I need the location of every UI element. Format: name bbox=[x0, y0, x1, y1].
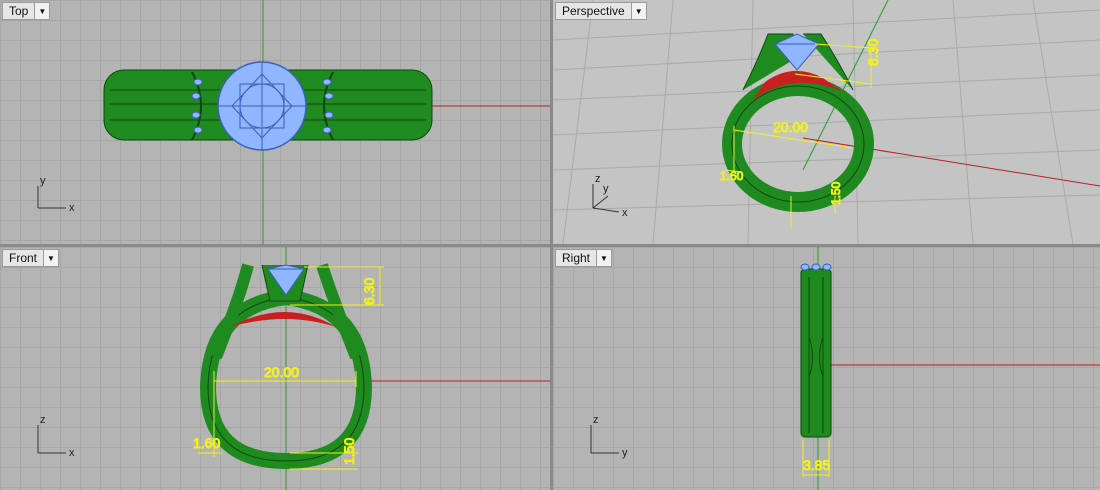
chevron-down-icon[interactable]: ▼ bbox=[34, 3, 50, 19]
right-scene: 3.85 z y bbox=[590, 247, 1100, 490]
viewport-perspective[interactable]: Perspective ▼ 6.30 20.00 1.60 1.50 z y x bbox=[553, 0, 1100, 244]
top-scene: y x bbox=[37, 0, 550, 244]
diameter-dim-label: 20.00 bbox=[773, 119, 808, 135]
viewport-tab-perspective[interactable]: Perspective ▼ bbox=[555, 2, 647, 20]
viewport-front[interactable]: Front ▼ 6.30 20.00 1.60 1.50 z x bbox=[0, 247, 550, 490]
diameter-dim-label: 20.00 bbox=[264, 364, 299, 380]
viewport-top[interactable]: Top ▼ y x bbox=[0, 0, 550, 244]
axis-label-z: z bbox=[593, 414, 599, 426]
viewport-right[interactable]: Right ▼ 3.85 z y bbox=[553, 247, 1100, 490]
chevron-down-icon[interactable]: ▼ bbox=[43, 250, 59, 266]
chevron-down-icon[interactable]: ▼ bbox=[596, 250, 612, 266]
axis-label-x: x bbox=[69, 447, 75, 459]
height-dim-label: 6.30 bbox=[361, 278, 377, 305]
dimension-band-width: 3.85 bbox=[802, 439, 831, 477]
axis-indicator: y x bbox=[37, 175, 75, 214]
viewport-title: Perspective bbox=[562, 4, 625, 18]
dimension-side: 1.60 bbox=[193, 435, 222, 454]
dimension-diameter: 20.00 bbox=[733, 119, 854, 172]
viewport-title: Top bbox=[9, 4, 29, 18]
axis-label-x: x bbox=[622, 207, 628, 219]
four-viewport-layout: Top ▼ y x Perspective ▼ 6.30 20.00 1.60 … bbox=[0, 0, 1100, 490]
ring-right bbox=[800, 268, 832, 438]
center-gem bbox=[217, 61, 307, 151]
viewport-title: Right bbox=[562, 251, 591, 265]
viewport-title: Front bbox=[9, 251, 38, 265]
band-width-dim-label: 3.85 bbox=[803, 457, 830, 473]
axis-label-z: z bbox=[595, 173, 601, 185]
axis-label-y: y bbox=[622, 447, 628, 459]
dimension-side: 1.60 bbox=[720, 169, 745, 184]
axis-indicator: z y x bbox=[592, 173, 628, 219]
perspective-scene: 6.30 20.00 1.60 1.50 z y x bbox=[553, 0, 1100, 244]
axis-label-y: y bbox=[603, 183, 609, 195]
chevron-down-icon[interactable]: ▼ bbox=[630, 3, 646, 19]
axis-label-y: y bbox=[40, 175, 46, 187]
viewport-tab-right[interactable]: Right ▼ bbox=[555, 249, 613, 267]
side-dim-label: 1.60 bbox=[720, 169, 744, 183]
axis-indicator: z x bbox=[37, 414, 75, 459]
axis-label-x: x bbox=[69, 202, 75, 214]
axis-indicator: z y bbox=[590, 414, 628, 459]
height-dim-label: 6.30 bbox=[865, 39, 881, 66]
side-dim-label: 1.60 bbox=[193, 435, 220, 451]
bottom-dim-label: 1.50 bbox=[829, 181, 843, 205]
viewport-tab-top[interactable]: Top ▼ bbox=[2, 2, 51, 20]
front-scene: 6.30 20.00 1.60 1.50 z x bbox=[37, 247, 550, 490]
side-stones bbox=[800, 263, 832, 271]
viewport-tab-front[interactable]: Front ▼ bbox=[2, 249, 60, 267]
axis-label-z: z bbox=[40, 414, 46, 426]
bottom-dim-label: 1.50 bbox=[341, 438, 357, 465]
